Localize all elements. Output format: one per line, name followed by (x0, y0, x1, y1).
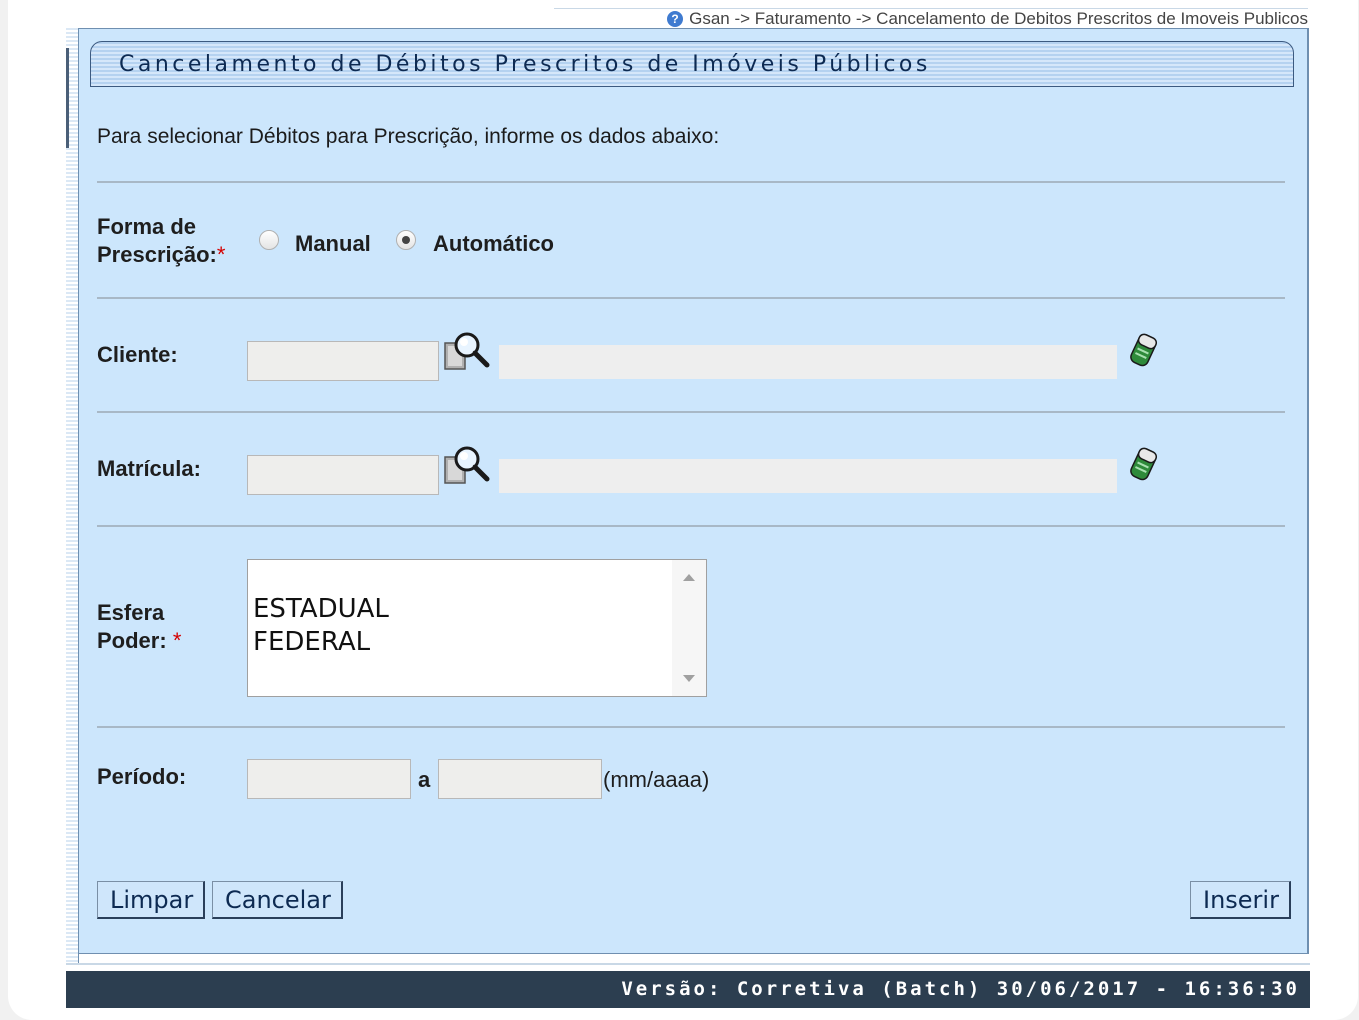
matricula-code-input[interactable] (247, 455, 439, 495)
divider (97, 297, 1285, 299)
required-mark: * (172, 628, 182, 653)
periodo-separator: a (418, 767, 431, 792)
eraser-cliente-icon[interactable] (1125, 331, 1161, 371)
radio-manual[interactable] (259, 230, 279, 250)
matricula-name-input[interactable] (499, 459, 1117, 493)
breadcrumb-text: Gsan -> Faturamento -> Cancelamento de D… (689, 9, 1308, 28)
periodo-end-input[interactable] (438, 759, 602, 799)
esfera-poder-listbox[interactable]: ESTADUAL FEDERAL (247, 559, 707, 697)
divider (97, 726, 1285, 728)
footer-divider (66, 963, 1310, 965)
divider (97, 525, 1285, 527)
forma-prescricao-label: Forma de Prescrição:* (97, 214, 226, 267)
radio-manual-label[interactable]: Manual (295, 231, 371, 257)
form-panel: Cancelamento de Débitos Prescritos de Im… (78, 28, 1309, 954)
breadcrumb: ? Gsan -> Faturamento -> Cancelamento de… (554, 8, 1308, 29)
radio-automatico-label[interactable]: Automático (433, 231, 554, 257)
periodo-start-input[interactable] (247, 759, 411, 799)
radio-automatico[interactable] (396, 230, 416, 250)
divider (97, 411, 1285, 413)
page-title: Cancelamento de Débitos Prescritos de Im… (119, 52, 931, 77)
eraser-matricula-icon[interactable] (1125, 445, 1161, 485)
periodo-label: Período: (97, 764, 187, 789)
periodo-format-hint: (mm/aaaa) (603, 767, 710, 792)
version-footer: Versão: Corretiva (Batch) 30/06/2017 - 1… (66, 971, 1310, 1008)
cliente-code-input[interactable] (247, 341, 439, 381)
search-matricula-icon[interactable] (443, 443, 491, 487)
divider (97, 181, 1285, 183)
scroll-up-arrow-icon[interactable] (683, 574, 695, 581)
search-cliente-icon[interactable] (443, 329, 491, 373)
required-mark: * (216, 242, 226, 267)
matricula-label: Matrícula: (97, 456, 201, 481)
inserir-button[interactable]: Inserir (1190, 881, 1291, 919)
esfera-poder-label: Esfera Poder: * (97, 600, 182, 653)
listbox-option[interactable]: ESTADUAL (253, 594, 389, 624)
intro-text: Para selecionar Débitos para Prescrição,… (97, 125, 720, 148)
listbox-option[interactable]: FEDERAL (253, 627, 370, 657)
cliente-label: Cliente: (97, 342, 178, 367)
help-icon[interactable]: ? (667, 11, 684, 27)
listbox-scrollbar[interactable] (672, 560, 706, 696)
left-menu-handle[interactable] (66, 48, 69, 148)
limpar-button[interactable]: Limpar (97, 881, 205, 919)
cliente-name-input[interactable] (499, 345, 1117, 379)
title-bar: Cancelamento de Débitos Prescritos de Im… (90, 41, 1294, 87)
cancelar-button[interactable]: Cancelar (212, 881, 343, 919)
scroll-down-arrow-icon[interactable] (683, 675, 695, 682)
page: ? Gsan -> Faturamento -> Cancelamento de… (66, 8, 1310, 1008)
